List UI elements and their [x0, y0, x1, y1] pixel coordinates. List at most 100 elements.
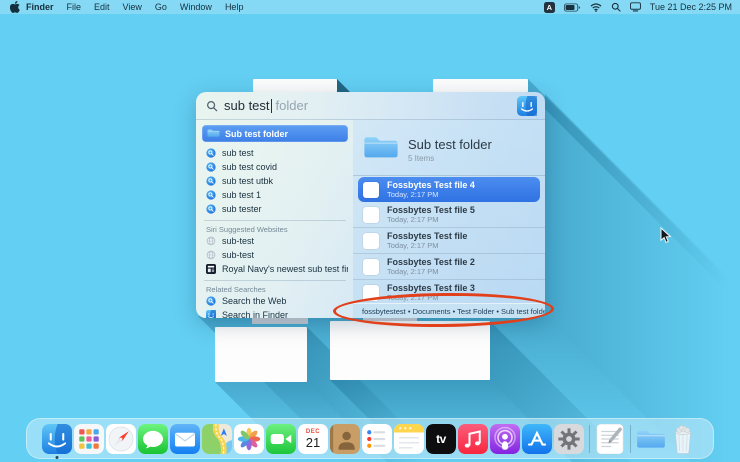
- search-suggestion-icon: [206, 190, 216, 200]
- file-row[interactable]: Fossbytes Test file 5 Today, 2:17 PM: [353, 202, 545, 227]
- search-suggestion-icon: [206, 176, 216, 186]
- dock-finder-icon[interactable]: [42, 423, 72, 459]
- window-long-shadow: [528, 79, 728, 292]
- search-icon: [206, 100, 218, 112]
- sidebar-item[interactable]: sub-test: [202, 248, 348, 262]
- sidebar-suggestion-item[interactable]: sub test: [202, 146, 348, 160]
- spotlight-preview: Sub test folder 5 Items Fossbytes Test f…: [353, 120, 545, 318]
- web-search-icon: [206, 296, 216, 306]
- dock-facetime-icon[interactable]: [266, 423, 296, 454]
- sidebar-divider: [204, 280, 346, 281]
- menu-edit[interactable]: Edit: [94, 2, 110, 12]
- menu-help[interactable]: Help: [225, 2, 244, 12]
- dock-calendar-icon[interactable]: DEC 21: [298, 423, 328, 454]
- spotlight-content: Sub test folder sub test sub test covid su…: [196, 120, 545, 318]
- sidebar-item[interactable]: Search in Finder: [202, 308, 348, 318]
- sidebar-divider: [204, 220, 346, 221]
- sidebar-suggestion-item[interactable]: sub test covid: [202, 160, 348, 174]
- menu-go[interactable]: Go: [155, 2, 167, 12]
- dock-maps-icon[interactable]: [202, 423, 232, 454]
- sidebar-suggestion-item[interactable]: sub tester: [202, 202, 348, 216]
- window-long-shadow: [545, 94, 730, 462]
- sidebar-item[interactable]: Royal Navy's newest sub test fires tor..…: [202, 262, 348, 276]
- path-bar: fossbytestest • Documents • Test Folder …: [353, 303, 545, 318]
- preview-item-count: 5 Items: [408, 153, 435, 163]
- document-icon: [363, 181, 379, 198]
- sidebar-section-header: Siri Suggested Websites: [206, 224, 288, 234]
- dock-divider: [630, 424, 631, 453]
- desktop: Finder File Edit View Go Window Help A Tue 21 …: [0, 0, 740, 462]
- menu-file[interactable]: File: [67, 2, 82, 12]
- search-suggestion-icon: [206, 162, 216, 172]
- search-suggestion-icon: [206, 148, 216, 158]
- document-icon: [363, 232, 379, 249]
- preview-header: Sub test folder 5 Items: [353, 120, 545, 176]
- spotlight-search-field[interactable]: sub test folder: [196, 92, 545, 120]
- dock-contacts-icon[interactable]: [330, 423, 360, 454]
- globe-icon: [206, 236, 216, 246]
- spotlight-sidebar: Sub test folder sub test sub test covid su…: [196, 120, 353, 318]
- dock-launchpad-icon[interactable]: [74, 423, 104, 454]
- finder-icon: [206, 310, 216, 318]
- sidebar-suggestion-item[interactable]: sub test 1: [202, 188, 348, 202]
- menu-window[interactable]: Window: [180, 2, 212, 12]
- finder-icon: [517, 95, 537, 116]
- dock-appstore-icon[interactable]: [522, 423, 552, 454]
- battery-icon[interactable]: [563, 2, 581, 12]
- display-icon[interactable]: [629, 2, 641, 12]
- background-window[interactable]: [253, 79, 337, 92]
- dock: DEC 21 tv: [26, 418, 714, 459]
- mouse-cursor: [660, 226, 672, 249]
- menu-status-area: A Tue 21 Dec 2:25 PM: [543, 1, 740, 13]
- menu-view[interactable]: View: [123, 2, 142, 12]
- dock-textedit-icon[interactable]: [595, 423, 625, 454]
- dock-safari-icon[interactable]: [106, 423, 136, 454]
- file-row[interactable]: Fossbytes Test file 2 Today, 2:17 PM: [353, 253, 545, 279]
- running-indicator: [55, 455, 59, 459]
- news-icon: [206, 264, 216, 274]
- wifi-icon[interactable]: [590, 2, 602, 12]
- folder-icon: [363, 133, 399, 166]
- apple-menu-icon[interactable]: [10, 1, 20, 13]
- file-list: Fossbytes Test file 4 Today, 2:17 PM Fossb…: [353, 177, 545, 304]
- sidebar-suggestions: sub test sub test covid sub test utbk sub t…: [202, 146, 348, 216]
- document-icon: [363, 284, 379, 301]
- search-suggestion-icon: [206, 204, 216, 214]
- file-row[interactable]: Fossbytes Test file Today, 2:17 PM: [353, 227, 545, 253]
- dock-reminders-icon[interactable]: [362, 423, 392, 454]
- top-hit-label: Sub test folder: [225, 128, 289, 139]
- dock-trash-icon[interactable]: [668, 424, 698, 454]
- menu-clock[interactable]: Tue 21 Dec 2:25 PM: [650, 2, 732, 12]
- dock-photos-icon[interactable]: [234, 423, 264, 454]
- search-completion-text: folder: [275, 98, 309, 113]
- dock-podcasts-icon[interactable]: [490, 423, 520, 454]
- dock-notes-icon[interactable]: [394, 423, 424, 454]
- text-caret: [270, 98, 272, 113]
- dock-divider: [589, 424, 590, 453]
- search-input-text[interactable]: sub test: [224, 98, 270, 113]
- file-row[interactable]: Fossbytes Test file 4 Today, 2:17 PM: [358, 177, 540, 202]
- background-window[interactable]: [215, 327, 307, 382]
- spotlight-window: sub test folder Sub test folder sub test…: [196, 92, 545, 318]
- dock-items: DEC 21 tv: [27, 419, 713, 459]
- spotlight-menu-icon[interactable]: [611, 2, 621, 12]
- sidebar-item[interactable]: Search the Web: [202, 294, 348, 308]
- sidebar-suggestion-item[interactable]: sub test utbk: [202, 174, 348, 188]
- input-source-icon[interactable]: A: [543, 1, 555, 13]
- dock-tv-icon[interactable]: tv: [426, 423, 456, 454]
- dock-settings-icon[interactable]: [554, 423, 584, 454]
- menu-items: Finder File Edit View Go Window Help: [26, 2, 243, 12]
- background-window[interactable]: [433, 79, 528, 92]
- menu-finder[interactable]: Finder: [26, 2, 54, 12]
- sidebar-item[interactable]: sub-test: [202, 234, 348, 248]
- dock-music-icon[interactable]: [458, 423, 488, 454]
- top-hit-item[interactable]: Sub test folder: [202, 125, 348, 142]
- background-window[interactable]: [330, 321, 490, 380]
- file-row[interactable]: Fossbytes Test file 3 Today, 2:17 PM: [353, 279, 545, 304]
- document-icon: [363, 258, 379, 275]
- dock-mail-icon[interactable]: [170, 423, 200, 454]
- preview-title: Sub test folder: [408, 136, 492, 152]
- sidebar-section-header: Related Searches: [206, 284, 266, 294]
- dock-folder-icon[interactable]: [636, 424, 666, 454]
- dock-messages-icon[interactable]: [138, 423, 168, 454]
